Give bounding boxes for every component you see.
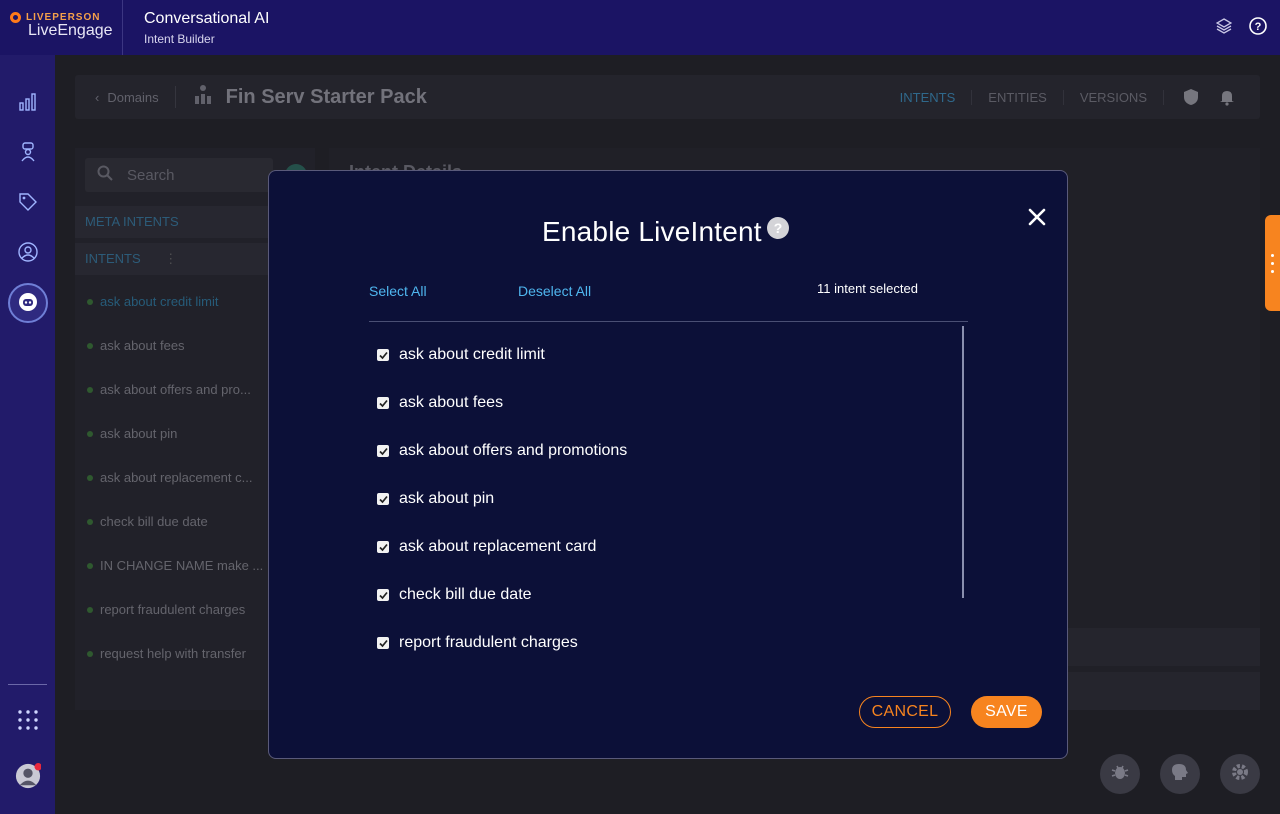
checkbox[interactable] (377, 445, 389, 457)
brand-logo[interactable]: LIVEPERSON LiveEngage (0, 0, 123, 55)
more-dot-icon (1271, 261, 1274, 265)
layers-icon[interactable] (1214, 16, 1234, 36)
left-nav (0, 55, 55, 814)
list-item[interactable]: ask about replacement c... (87, 470, 252, 485)
intent-checkbox-label: report fraudulent charges (399, 634, 578, 651)
search-icon (97, 165, 113, 185)
intent-checkbox-label: ask about offers and promotions (399, 442, 628, 459)
checkbox[interactable] (377, 349, 389, 361)
status-dot (87, 518, 93, 525)
intent-checkbox-item[interactable]: ask about replacement card (377, 538, 596, 556)
head-idea-icon (1170, 762, 1190, 787)
list-item[interactable]: request help with transfer (87, 646, 246, 661)
nav-divider (8, 684, 47, 685)
tab-intents[interactable]: INTENTS (884, 89, 973, 105)
list-item[interactable]: IN CHANGE NAME make ... (87, 558, 263, 573)
tab-entities[interactable]: ENTITIES (972, 89, 1064, 105)
back-label: Domains (107, 89, 159, 105)
top-bar: LIVEPERSON LiveEngage Conversational AI … (0, 0, 1280, 55)
analytics-icon[interactable] (15, 89, 41, 115)
domain-hierarchy-icon (192, 84, 214, 111)
intent-checkbox-item[interactable]: ask about fees (377, 394, 503, 412)
more-dot-icon (1271, 253, 1274, 257)
list-item[interactable]: check bill due date (87, 514, 208, 529)
status-dot (87, 562, 93, 569)
app-title-text: Conversational AI (144, 9, 270, 27)
app-subtitle-text: Intent Builder (144, 31, 215, 46)
list-item[interactable]: report fraudulent charges (87, 602, 245, 617)
svg-text:?: ? (1255, 21, 1262, 33)
status-dot (87, 474, 93, 481)
tab-versions[interactable]: VERSIONS (1064, 89, 1164, 105)
more-dot-icon (1271, 269, 1274, 273)
intent-checkbox-item[interactable]: ask about credit limit (377, 346, 545, 364)
checkbox[interactable] (377, 493, 389, 505)
signal-icon: ⋮ (164, 251, 178, 266)
status-dot (87, 430, 93, 437)
select-all-link[interactable]: Select All (369, 283, 427, 299)
side-drawer-handle[interactable] (1265, 215, 1280, 311)
conversational-ai-icon[interactable] (15, 289, 41, 315)
back-to-domains-link[interactable]: ‹ Domains (95, 90, 159, 105)
dialog-divider (369, 321, 968, 322)
bug-icon (1110, 762, 1130, 787)
list-scrollbar[interactable] (962, 326, 964, 598)
breadcrumb-divider (174, 86, 176, 108)
bell-icon[interactable] (1218, 88, 1236, 106)
intent-checkbox-label: ask about fees (399, 394, 504, 411)
status-dot (87, 606, 93, 613)
bot-agent-icon[interactable] (15, 139, 41, 165)
gear-icon (1230, 762, 1250, 787)
intent-checkbox-list: ask about credit limit ask about fees as… (369, 326, 969, 666)
intent-checkbox-label: ask about replacement card (399, 538, 597, 555)
checkbox[interactable] (377, 637, 389, 649)
liveperson-logo-icon (10, 12, 21, 23)
status-dot (87, 386, 93, 393)
intent-checkbox-label: ask about pin (399, 490, 495, 507)
debug-button[interactable] (1100, 754, 1140, 794)
brand-product: LiveEngage (28, 22, 113, 39)
intent-checkbox-label: ask about credit limit (399, 346, 545, 363)
close-icon[interactable] (1025, 205, 1049, 229)
checkbox[interactable] (377, 589, 389, 601)
checkbox[interactable] (377, 397, 389, 409)
help-icon[interactable]: ? (1248, 16, 1268, 36)
avatar[interactable] (15, 763, 41, 789)
dialog-title: Enable LiveIntent (542, 216, 762, 247)
intent-checkbox-item[interactable]: report fraudulent charges (377, 634, 578, 652)
help-tooltip-icon[interactable]: ? (767, 217, 789, 239)
list-item[interactable]: ask about offers and pro... (87, 382, 251, 397)
apps-grid-icon[interactable] (15, 707, 41, 733)
list-item[interactable]: ask about fees (87, 338, 185, 353)
status-dot (87, 298, 93, 305)
app-title: Conversational AI Intent Builder (123, 10, 269, 46)
domain-title: Fin Serv Starter Pack (225, 85, 427, 108)
status-dot (87, 650, 93, 657)
intents-header-label: INTENTS (85, 251, 141, 266)
shield-icon[interactable] (1182, 88, 1200, 106)
search-placeholder: Search (127, 166, 175, 184)
list-item[interactable]: ask about credit limit (87, 294, 219, 309)
intent-checkbox-item[interactable]: check bill due date (377, 586, 532, 604)
settings-button[interactable] (1220, 754, 1260, 794)
insights-button[interactable] (1160, 754, 1200, 794)
deselect-all-link[interactable]: Deselect All (518, 283, 591, 299)
checkbox[interactable] (377, 541, 389, 553)
user-circle-icon[interactable] (15, 239, 41, 265)
cancel-button[interactable]: CANCEL (859, 696, 951, 728)
selected-count: 11 intent selected (817, 281, 918, 296)
list-item[interactable]: ask about pin (87, 426, 177, 441)
intent-checkbox-item[interactable]: ask about offers and promotions (377, 442, 627, 460)
search-input[interactable]: Search (85, 158, 273, 192)
intent-checkbox-label: check bill due date (399, 586, 532, 603)
intent-checkbox-item[interactable]: ask about pin (377, 490, 494, 508)
save-button[interactable]: SAVE (971, 696, 1042, 728)
status-dot (87, 342, 93, 349)
enable-liveintent-dialog: Enable LiveIntent ? Select All Deselect … (268, 170, 1068, 759)
breadcrumb: ‹ Domains Fin Serv Starter Pack INTENTS … (75, 75, 1260, 119)
tag-icon[interactable] (15, 189, 41, 215)
chevron-left-icon: ‹ (95, 89, 100, 105)
